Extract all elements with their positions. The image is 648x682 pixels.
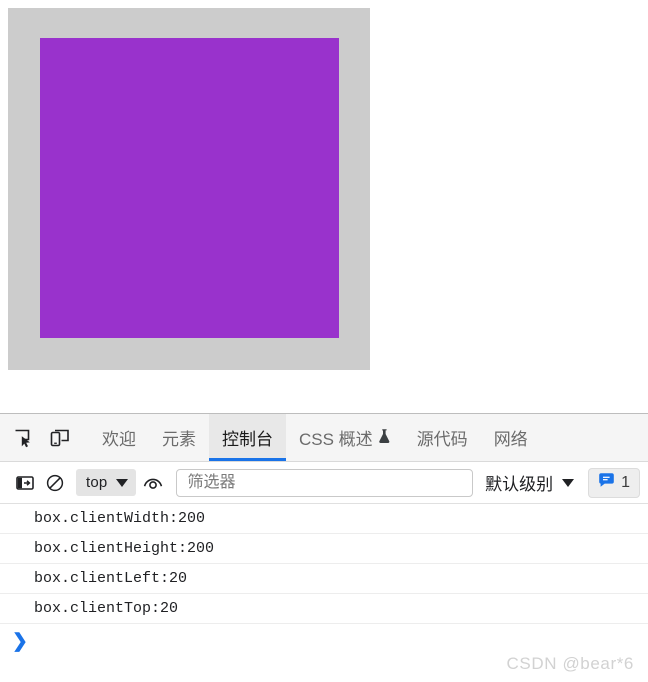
tab-css-overview-label: CSS 概述 [299, 430, 373, 449]
device-toolbar-icon[interactable] [42, 414, 78, 461]
console-message-row[interactable]: box.clientHeight:200 [0, 534, 648, 564]
console-message-list[interactable]: box.clientWidth:200 box.clientHeight:200… [0, 504, 648, 682]
tab-network[interactable]: 网络 [481, 414, 541, 461]
log-level-label: 默认级别 [485, 475, 554, 494]
tab-elements[interactable]: 元素 [149, 414, 209, 461]
log-level-selector[interactable]: 默认级别 [481, 470, 578, 495]
tab-elements-label: 元素 [162, 430, 196, 449]
tab-welcome-label: 欢迎 [102, 430, 136, 449]
experimental-flask-icon [378, 428, 391, 449]
console-message-row[interactable]: box.clientLeft:20 [0, 564, 648, 594]
tab-sources[interactable]: 源代码 [404, 414, 481, 461]
devtools-tabstrip: 欢迎 元素 控制台 CSS 概述 源代码 网络 [0, 414, 648, 462]
console-toolbar: top 默认级别 1 [0, 462, 648, 504]
eye-icon[interactable] [138, 468, 168, 498]
console-message-row[interactable]: box.clientTop:20 [0, 594, 648, 624]
execution-context-label: top [86, 474, 108, 491]
message-bubble-icon [598, 472, 615, 494]
tab-console-label: 控制台 [222, 430, 273, 449]
outer-container-element [8, 8, 370, 370]
page-viewport [0, 0, 648, 413]
devtools-panel: 欢迎 元素 控制台 CSS 概述 源代码 网络 top 筛选器 默认级别 1 b… [0, 413, 648, 682]
tab-network-label: 网络 [493, 430, 528, 449]
console-prompt-row[interactable]: ❯ [0, 623, 648, 659]
clear-console-icon[interactable] [40, 468, 70, 498]
chevron-down-icon [116, 478, 129, 487]
tab-css-overview[interactable]: CSS 概述 [286, 414, 404, 461]
filter-input[interactable] [176, 468, 474, 497]
prompt-chevron-icon: ❯ [12, 630, 28, 652]
console-prompt-input[interactable] [27, 623, 648, 659]
message-count-badge[interactable]: 1 [588, 467, 640, 498]
console-sidebar-toggle-icon[interactable] [10, 468, 40, 498]
inspect-element-icon[interactable] [6, 414, 42, 461]
box-element [40, 38, 339, 338]
message-count-value: 1 [621, 473, 630, 491]
console-message-row[interactable]: box.clientWidth:200 [0, 504, 648, 534]
tab-sources-label: 源代码 [416, 430, 468, 449]
tabstrip-separator [83, 424, 84, 451]
chevron-down-icon [562, 478, 575, 487]
tab-welcome[interactable]: 欢迎 [89, 414, 149, 461]
tab-console[interactable]: 控制台 [209, 414, 286, 461]
execution-context-selector[interactable]: top [76, 469, 137, 496]
